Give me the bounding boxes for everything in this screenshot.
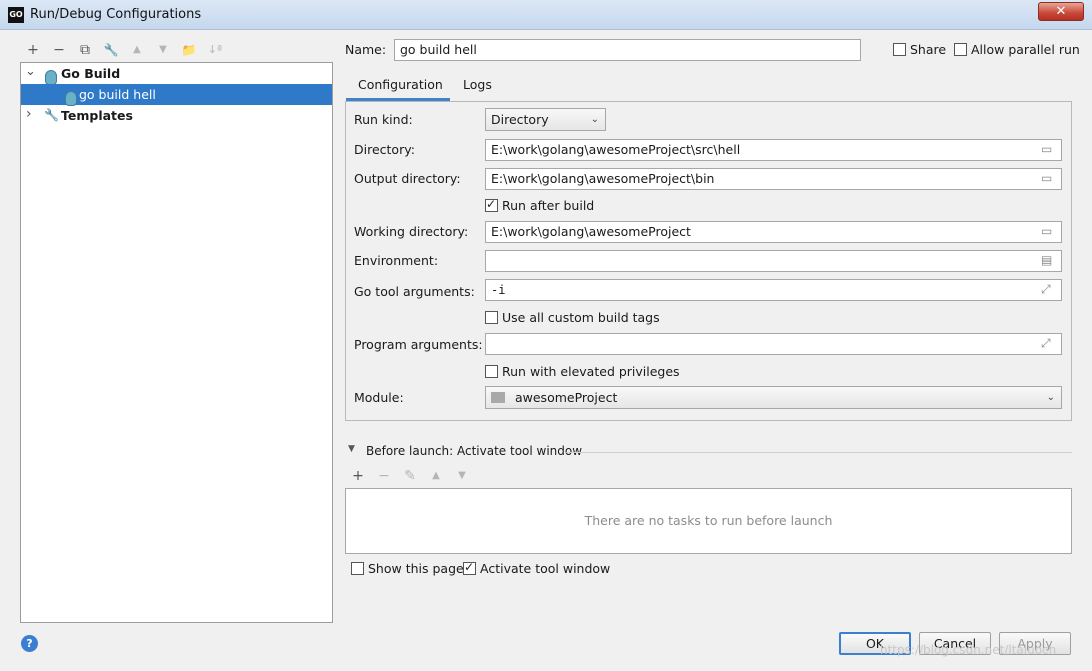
close-window-button[interactable]: ✕ — [1038, 2, 1084, 21]
window-title: Run/Debug Configurations — [30, 7, 202, 22]
folder-icon[interactable]: 📁 — [180, 41, 198, 59]
module-label: Module: — [354, 390, 404, 405]
directory-input[interactable]: E:\work\golang\awesomeProject\src\hell ▭ — [485, 139, 1062, 161]
share-checkbox[interactable] — [893, 43, 906, 56]
move-up-icon[interactable]: ▲ — [427, 467, 445, 485]
folder-browse-icon[interactable]: ▭ — [1041, 225, 1056, 238]
add-task-icon[interactable]: + — [349, 467, 367, 485]
run-elevated-privileges-label: Run with elevated privileges — [502, 364, 680, 379]
folder-browse-icon[interactable]: ▭ — [1041, 172, 1056, 185]
output-directory-value: E:\work\golang\awesomeProject\bin — [491, 171, 715, 186]
name-input[interactable]: go build hell — [394, 39, 861, 61]
move-down-icon[interactable]: ▼ — [154, 41, 172, 59]
use-custom-build-tags-checkbox[interactable] — [485, 311, 498, 324]
run-kind-label: Run kind: — [354, 112, 413, 127]
output-directory-input[interactable]: E:\work\golang\awesomeProject\bin ▭ — [485, 168, 1062, 190]
copy-config-icon[interactable]: ⧉ — [76, 41, 94, 59]
name-label: Name: — [345, 42, 387, 57]
activate-tool-window-checkbox[interactable] — [463, 560, 476, 575]
show-this-page-checkbox[interactable] — [351, 562, 364, 575]
program-arguments-input[interactable]: ⤢ — [485, 333, 1062, 355]
tree-item-label: Go Build — [61, 66, 121, 81]
chevron-down-icon: ⌄ — [1046, 392, 1055, 403]
directory-value: E:\work\golang\awesomeProject\src\hell — [491, 142, 741, 157]
working-directory-label: Working directory: — [354, 224, 469, 239]
config-tree: ⌄ Go Build go build hell › 🔧 Templates — [20, 62, 333, 623]
remove-task-icon[interactable]: − — [375, 467, 393, 485]
tree-item-label: go build hell — [79, 87, 156, 102]
allow-parallel-run-label: Allow parallel run — [971, 42, 1080, 57]
directory-label: Directory: — [354, 142, 415, 157]
expand-icon[interactable]: ⤢ — [1041, 337, 1056, 350]
before-launch-title: Before launch: Activate tool window — [366, 444, 583, 458]
allow-parallel-run-checkbox[interactable] — [954, 43, 967, 56]
tab-logs[interactable]: Logs — [463, 74, 503, 101]
go-tool-arguments-value: -i — [491, 283, 506, 297]
move-down-icon[interactable]: ▼ — [453, 467, 471, 485]
empty-tasks-text: There are no tasks to run before launch — [584, 513, 833, 528]
goland-app-icon: GO — [8, 7, 24, 23]
run-after-build-label: Run after build — [502, 198, 595, 213]
document-icon[interactable]: ▤ — [1041, 254, 1056, 267]
chevron-right-icon[interactable]: › — [26, 104, 32, 125]
chevron-down-icon[interactable]: ⌄ — [25, 61, 36, 82]
expand-icon[interactable]: ⤢ — [1041, 283, 1056, 296]
title-bar: GO Run/Debug Configurations ✕ — [0, 0, 1092, 30]
module-value: awesomeProject — [514, 390, 618, 405]
before-launch-tasks-list[interactable]: There are no tasks to run before launch — [345, 488, 1072, 554]
tree-item-go-build[interactable]: ⌄ Go Build — [21, 61, 332, 85]
working-directory-value: E:\work\golang\awesomeProject — [491, 224, 691, 239]
module-folder-icon — [491, 392, 505, 403]
remove-config-icon[interactable]: − — [50, 41, 68, 59]
wrench-icon[interactable]: 🔧 — [102, 41, 120, 59]
folder-browse-icon[interactable]: ▭ — [1041, 143, 1056, 156]
use-custom-build-tags-label: Use all custom build tags — [502, 310, 660, 325]
sort-icon[interactable]: ↓ª — [206, 41, 224, 59]
chevron-down-icon: ⌄ — [590, 114, 599, 125]
add-config-icon[interactable]: + — [24, 41, 42, 59]
share-label: Share — [910, 42, 947, 57]
output-directory-label: Output directory: — [354, 171, 461, 186]
go-tool-arguments-input[interactable]: -i ⤢ — [485, 279, 1062, 301]
working-directory-input[interactable]: E:\work\golang\awesomeProject ▭ — [485, 221, 1062, 243]
tree-item-go-build-hell[interactable]: go build hell — [21, 84, 332, 106]
move-up-icon[interactable]: ▲ — [128, 41, 146, 59]
run-kind-value: Directory — [491, 112, 549, 127]
run-elevated-privileges-checkbox[interactable] — [485, 365, 498, 378]
tab-configuration[interactable]: Configuration — [346, 74, 450, 101]
run-kind-dropdown[interactable]: Directory ⌄ — [485, 108, 606, 131]
edit-task-icon[interactable]: ✎ — [401, 467, 419, 485]
go-tool-arguments-label: Go tool arguments: — [354, 284, 475, 299]
tree-item-label: Templates — [61, 108, 133, 123]
show-this-page-label: Show this page — [368, 561, 464, 576]
help-icon[interactable]: ? — [21, 635, 38, 652]
environment-label: Environment: — [354, 253, 439, 268]
collapse-arrow-icon[interactable]: ▼ — [348, 444, 355, 454]
tree-item-templates[interactable]: › 🔧 Templates — [21, 105, 332, 126]
program-arguments-label: Program arguments: — [354, 337, 483, 352]
wrench-icon: 🔧 — [44, 108, 59, 122]
before-launch-separator — [566, 452, 1072, 453]
run-after-build-checkbox[interactable] — [485, 197, 498, 212]
activate-tool-window-label: Activate tool window — [480, 561, 611, 576]
watermark-text: https://blog.csdn.net/ltaiuocn — [880, 643, 1057, 657]
environment-input[interactable]: ▤ — [485, 250, 1062, 272]
module-dropdown[interactable]: awesomeProject ⌄ — [485, 386, 1062, 409]
